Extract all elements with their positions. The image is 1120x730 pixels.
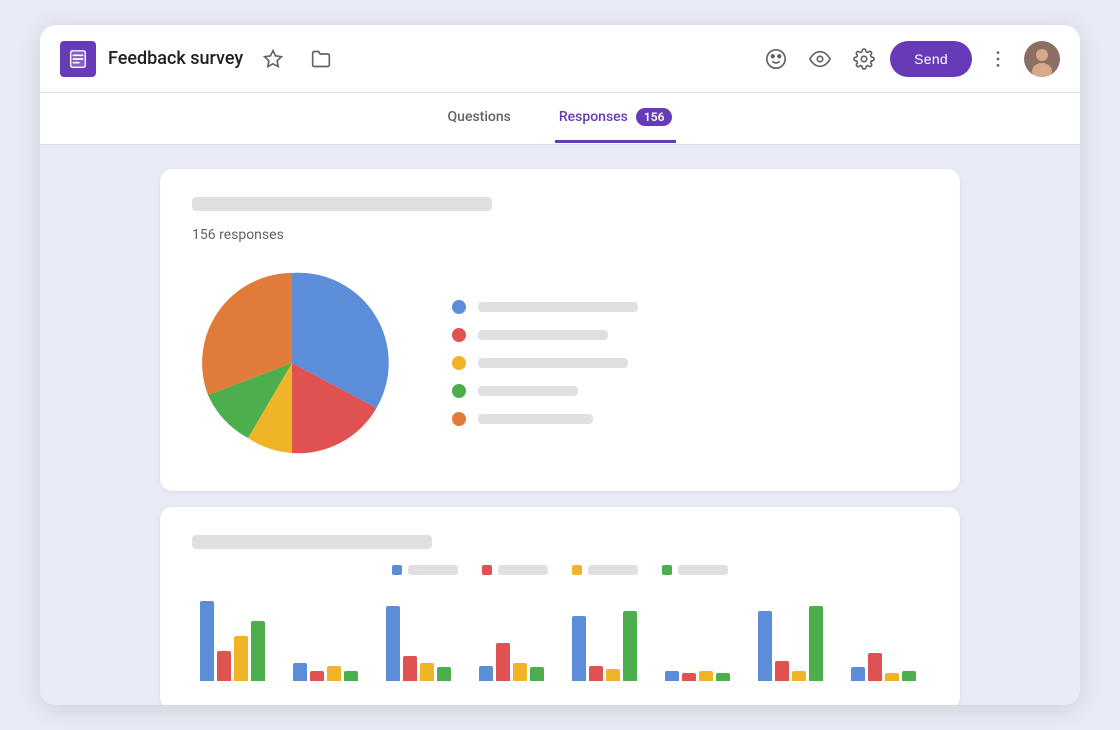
- preview-button[interactable]: [802, 41, 838, 77]
- bar-legend-item-4: [662, 565, 728, 575]
- bar-legend-label-4: [678, 565, 728, 575]
- legend-item-1: [452, 300, 638, 314]
- bar-chart-area: [192, 565, 928, 681]
- tabs-bar: Questions Responses 156: [40, 93, 1080, 145]
- bar-8-4: [902, 671, 916, 681]
- legend-dot-yellow: [452, 356, 466, 370]
- bar-7-1: [758, 611, 772, 681]
- bar-7-4: [809, 606, 823, 681]
- bar-4-1: [479, 666, 493, 681]
- bar-2-2: [310, 671, 324, 681]
- chart-row: [192, 263, 928, 463]
- pie-chart-card: 156 responses: [160, 169, 960, 491]
- bar-7-2: [775, 661, 789, 681]
- legend-label-2: [478, 330, 608, 340]
- legend-dot-blue: [452, 300, 466, 314]
- pie-chart: [192, 263, 392, 463]
- bar-6-2: [682, 673, 696, 681]
- app-window: Feedback survey: [40, 25, 1080, 705]
- bar-5-3: [606, 669, 620, 681]
- legend-label-1: [478, 302, 638, 312]
- bar-legend-label-2: [498, 565, 548, 575]
- legend-dot-green: [452, 384, 466, 398]
- bar-legend-item-3: [572, 565, 638, 575]
- bar-legend-item-1: [392, 565, 458, 575]
- bar-7-3: [792, 671, 806, 681]
- bars-row: [192, 591, 928, 681]
- bar-3-3: [420, 663, 434, 681]
- settings-button[interactable]: [846, 41, 882, 77]
- bar-card-title-skeleton: [192, 535, 432, 549]
- bar-group-1: [200, 601, 269, 681]
- tab-responses[interactable]: Responses 156: [555, 94, 677, 143]
- bar-legend-dot-blue: [392, 565, 402, 575]
- bar-legend-dot-red: [482, 565, 492, 575]
- bar-4-2: [496, 643, 510, 681]
- responses-count: 156 responses: [192, 227, 928, 243]
- bar-legend: [192, 565, 928, 575]
- bar-legend-label-3: [588, 565, 638, 575]
- bar-2-1: [293, 663, 307, 681]
- bar-6-4: [716, 673, 730, 681]
- header-right: Send: [758, 41, 1060, 77]
- bar-8-2: [868, 653, 882, 681]
- legend-item-3: [452, 356, 638, 370]
- legend-dot-orange: [452, 412, 466, 426]
- more-options-button[interactable]: [980, 41, 1016, 77]
- bar-3-1: [386, 606, 400, 681]
- folder-button[interactable]: [303, 41, 339, 77]
- tab-questions[interactable]: Questions: [444, 95, 515, 142]
- bar-1-1: [200, 601, 214, 681]
- bar-5-1: [572, 616, 586, 681]
- send-button[interactable]: Send: [890, 41, 972, 77]
- card-title-skeleton: [192, 197, 492, 211]
- star-button[interactable]: [255, 41, 291, 77]
- bar-chart-card: [160, 507, 960, 705]
- bar-legend-item-2: [482, 565, 548, 575]
- bar-group-3: [386, 606, 455, 681]
- legend-item-2: [452, 328, 638, 342]
- bar-1-3: [234, 636, 248, 681]
- bar-6-3: [699, 671, 713, 681]
- bar-4-3: [513, 663, 527, 681]
- responses-badge: 156: [636, 108, 673, 126]
- legend-dot-red: [452, 328, 466, 342]
- bar-5-2: [589, 666, 603, 681]
- bar-group-4: [479, 643, 548, 681]
- bar-legend-label-1: [408, 565, 458, 575]
- legend-label-5: [478, 414, 593, 424]
- bar-6-1: [665, 671, 679, 681]
- legend-item-4: [452, 384, 638, 398]
- bar-group-2: [293, 663, 362, 681]
- bar-3-2: [403, 656, 417, 681]
- bar-8-3: [885, 673, 899, 681]
- palette-button[interactable]: [758, 41, 794, 77]
- page-title: Feedback survey: [108, 48, 243, 69]
- bar-legend-dot-yellow: [572, 565, 582, 575]
- pie-legend: [452, 300, 638, 426]
- main-content: 156 responses: [40, 145, 1080, 705]
- bar-legend-dot-green: [662, 565, 672, 575]
- bar-5-4: [623, 611, 637, 681]
- bar-1-2: [217, 651, 231, 681]
- bar-group-7: [758, 606, 827, 681]
- legend-item-5: [452, 412, 638, 426]
- bar-8-1: [851, 667, 865, 681]
- legend-label-3: [478, 358, 628, 368]
- bar-2-3: [327, 666, 341, 681]
- form-icon: [60, 41, 96, 77]
- bar-group-5: [572, 611, 641, 681]
- legend-label-4: [478, 386, 578, 396]
- avatar[interactable]: [1024, 41, 1060, 77]
- header-left: Feedback survey: [60, 41, 758, 77]
- bar-4-4: [530, 667, 544, 681]
- header: Feedback survey: [40, 25, 1080, 93]
- bar-3-4: [437, 667, 451, 681]
- bar-1-4: [251, 621, 265, 681]
- bar-2-4: [344, 671, 358, 681]
- bar-group-6: [665, 671, 734, 681]
- bar-group-8: [851, 653, 920, 681]
